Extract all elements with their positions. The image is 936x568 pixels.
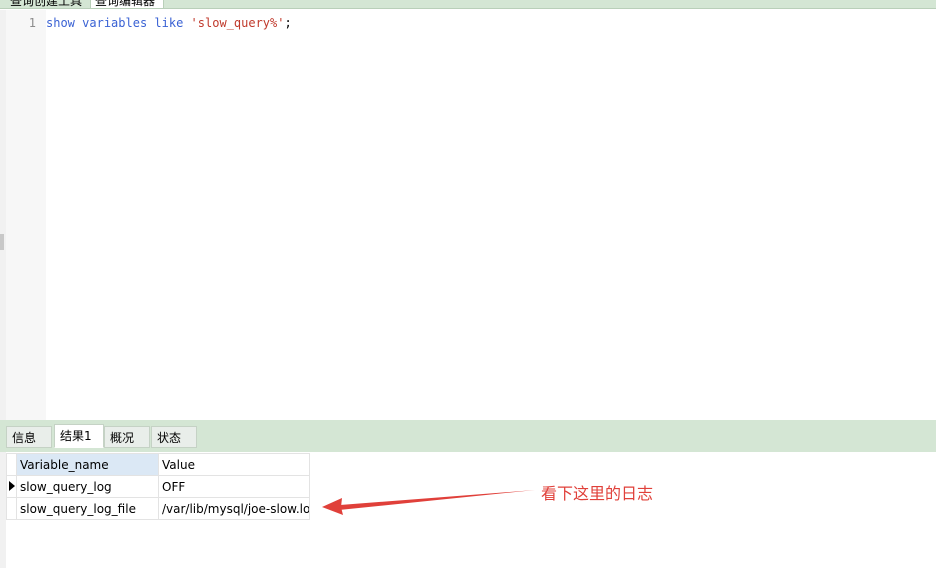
cell-value[interactable]: OFF [158, 475, 310, 498]
line-number: 1 [28, 16, 36, 30]
row-indicator-header [6, 453, 17, 476]
row-indicator [6, 497, 17, 520]
tab-query-builder[interactable]: 查询创建工具 [6, 0, 90, 8]
tab-info[interactable]: 信息 [6, 426, 52, 448]
string-literal: 'slow_query%' [190, 16, 285, 30]
table-row[interactable]: slow_query_log_file /var/lib/mysql/joe-s… [6, 497, 310, 520]
splitter-handle[interactable] [0, 234, 4, 250]
result-grid: Variable_name Value slow_query_log OFF s… [6, 453, 310, 520]
editor-tab-strip: 查询创建工具 查询编辑器 [0, 0, 936, 9]
header-row: Variable_name Value [6, 453, 310, 476]
cell-value[interactable]: /var/lib/mysql/joe-slow.lo [158, 497, 310, 520]
result-tab-bar: 信息 结果1 概况 状态 [0, 420, 936, 452]
code-line[interactable]: show variables like 'slow_query%'; [46, 15, 292, 31]
keyword-show: show [46, 16, 75, 30]
result-panel: Variable_name Value slow_query_log OFF s… [0, 452, 936, 568]
keyword-like: like [154, 16, 184, 30]
cell-variable-name[interactable]: slow_query_log [16, 475, 159, 498]
statement-terminator: ; [284, 16, 292, 30]
column-header-variable-name[interactable]: Variable_name [16, 453, 159, 476]
cell-variable-name[interactable]: slow_query_log_file [16, 497, 159, 520]
keyword-variables: variables [82, 16, 148, 30]
tab-profile[interactable]: 概况 [104, 426, 150, 448]
annotation-text: 看下这里的日志 [541, 484, 654, 503]
row-indicator [6, 475, 17, 498]
table-row[interactable]: slow_query_log OFF [6, 475, 310, 498]
tab-status[interactable]: 状态 [151, 426, 197, 448]
tab-result-1[interactable]: 结果1 [54, 424, 104, 448]
line-number-gutter: 1 [6, 10, 46, 420]
sql-editor[interactable]: 1 show variables like 'slow_query%'; [0, 10, 936, 420]
column-header-value[interactable]: Value [158, 453, 310, 476]
current-row-arrow-icon [9, 481, 15, 491]
tab-query-editor[interactable]: 查询编辑器 [90, 0, 164, 8]
